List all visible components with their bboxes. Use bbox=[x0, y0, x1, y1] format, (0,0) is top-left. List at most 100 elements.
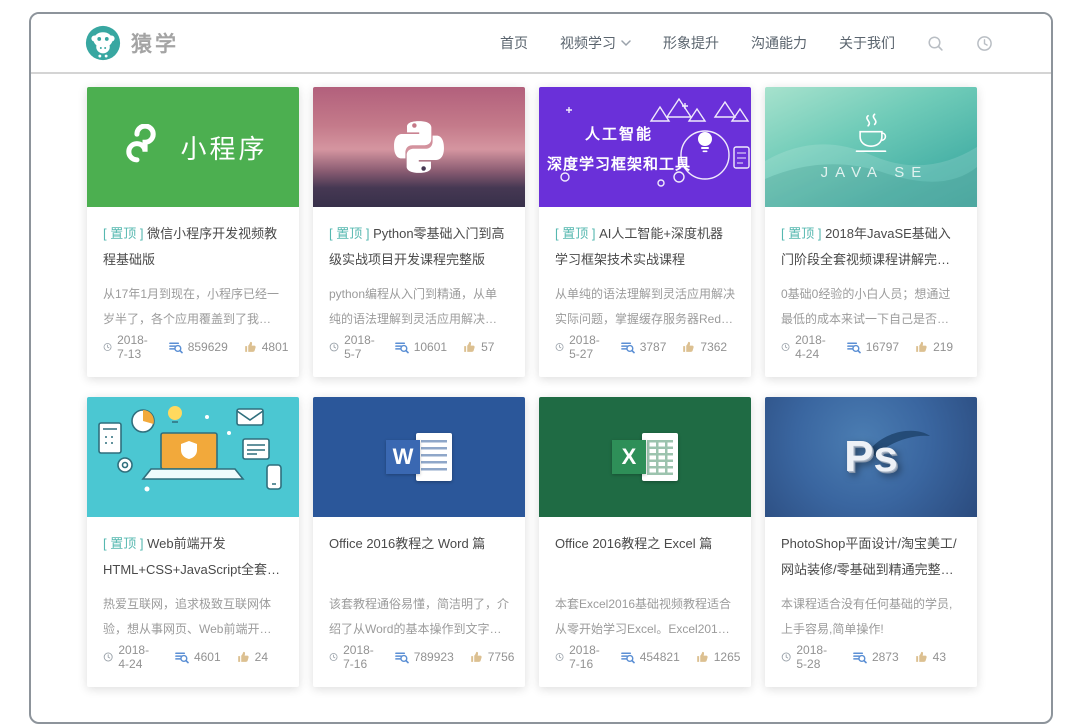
views-stat: 10601 bbox=[394, 340, 447, 355]
course-title[interactable]: [ 置顶 ] AI人工智能+深度机器学习框架技术实战课程 bbox=[555, 221, 735, 273]
clock-icon bbox=[329, 650, 338, 664]
date-stat: 2018-5-28 bbox=[781, 643, 837, 671]
course-stats: 2018-7-16 454821 1265 bbox=[555, 643, 735, 671]
course-thumbnail[interactable]: W bbox=[313, 397, 525, 517]
course-stats: 2018-7-16 789923 7756 bbox=[329, 643, 509, 671]
likes-stat: 57 bbox=[462, 340, 494, 354]
views-icon bbox=[168, 340, 183, 355]
clock-icon bbox=[781, 340, 790, 354]
course-title[interactable]: PhotoShop平面设计/淘宝美工/网站装修/零基础到精通完整版课程 bbox=[781, 531, 961, 583]
course-description: 该套教程通俗易懂，简洁明了，介绍了从Word的基本操作到文字排版、图形操作、 bbox=[329, 592, 509, 642]
python-icon bbox=[388, 116, 450, 178]
course-title[interactable]: [ 置顶 ] Python零基础入门到高级实战项目开发课程完整版 bbox=[329, 221, 509, 273]
likes-icon bbox=[243, 340, 257, 354]
banner-text: JAVA SE bbox=[821, 164, 929, 181]
course-title[interactable]: [ 置顶 ] 微信小程序开发视频教程基础版 bbox=[103, 221, 283, 273]
course-card-ai[interactable]: 人工智能 深度学习框架和工具 [ 置顶 ] AI人工智能+深度机器学习框架技术实… bbox=[539, 87, 751, 377]
course-thumbnail[interactable]: JAVA SE bbox=[765, 87, 977, 207]
views-icon bbox=[852, 650, 867, 665]
likes-icon bbox=[695, 650, 709, 664]
browser-frame: 猿学 首页 视频学习 形象提升 沟通能力 关于我们 bbox=[29, 12, 1053, 724]
course-card-miniprogram[interactable]: 小程序 [ 置顶 ] 微信小程序开发视频教程基础版 从17年1月到现在，小程序已… bbox=[87, 87, 299, 377]
likes-icon bbox=[681, 340, 695, 354]
course-stats: 2018-5-28 2873 43 bbox=[781, 643, 961, 671]
word-logo-icon: W bbox=[386, 431, 452, 483]
course-title[interactable]: [ 置顶 ] 2018年JavaSE基础入门阶段全套视频课程讲解完整版 bbox=[781, 221, 961, 273]
course-thumbnail[interactable] bbox=[313, 87, 525, 207]
course-grid: 小程序 [ 置顶 ] 微信小程序开发视频教程基础版 从17年1月到现在，小程序已… bbox=[31, 74, 1051, 687]
course-thumbnail[interactable]: X bbox=[539, 397, 751, 517]
views-stat: 4601 bbox=[174, 650, 221, 665]
course-title[interactable]: Office 2016教程之 Excel 篇 bbox=[555, 531, 735, 583]
course-title[interactable]: [ 置顶 ] Web前端开发HTML+CSS+JavaScript全套视频精英课… bbox=[103, 531, 283, 583]
views-stat: 3787 bbox=[620, 340, 667, 355]
views-icon bbox=[394, 650, 409, 665]
course-description: 0基础0经验的小白人员；想通过最低的成本来试一下自己是否适合做Java编程相关 bbox=[781, 282, 961, 332]
site-logo[interactable]: 猿学 bbox=[85, 25, 179, 61]
site-header: 猿学 首页 视频学习 形象提升 沟通能力 关于我们 bbox=[31, 14, 1051, 74]
pinned-tag: [ 置顶 ] bbox=[103, 536, 143, 551]
date-stat: 2018-7-13 bbox=[103, 333, 153, 361]
course-description: 本套Excel2016基础视频教程适合从零开始学习Excel。Excel2016… bbox=[555, 592, 735, 642]
date-stat: 2018-5-27 bbox=[555, 333, 605, 361]
likes-icon bbox=[469, 650, 483, 664]
views-stat: 859629 bbox=[168, 340, 228, 355]
monkey-logo-icon bbox=[85, 25, 121, 61]
likes-stat: 43 bbox=[914, 650, 946, 664]
course-description: 从17年1月到现在，小程序已经一岁半了，各个应用覆盖到了我们生活的方方面 bbox=[103, 282, 283, 332]
likes-stat: 24 bbox=[236, 650, 268, 664]
course-thumbnail[interactable]: 人工智能 深度学习框架和工具 bbox=[539, 87, 751, 207]
course-card-javase[interactable]: JAVA SE [ 置顶 ] 2018年JavaSE基础入门阶段全套视频课程讲解… bbox=[765, 87, 977, 377]
course-stats: 2018-4-24 16797 219 bbox=[781, 333, 961, 361]
course-card-web-frontend[interactable]: [ 置顶 ] Web前端开发HTML+CSS+JavaScript全套视频精英课… bbox=[87, 397, 299, 687]
main-nav: 首页 视频学习 形象提升 沟通能力 关于我们 bbox=[500, 33, 993, 53]
course-stats: 2018-4-24 4601 24 bbox=[103, 643, 283, 671]
course-thumbnail[interactable] bbox=[87, 397, 299, 517]
web-illustration-icon bbox=[87, 397, 299, 517]
search-icon[interactable] bbox=[927, 35, 944, 52]
clock-icon bbox=[103, 340, 112, 354]
clock-icon bbox=[555, 340, 564, 354]
date-stat: 2018-7-16 bbox=[555, 643, 605, 671]
pinned-tag: [ 置顶 ] bbox=[103, 226, 143, 241]
course-thumbnail[interactable]: Ps bbox=[765, 397, 977, 517]
views-stat: 454821 bbox=[620, 650, 680, 665]
pinned-tag: [ 置顶 ] bbox=[329, 226, 369, 241]
date-stat: 2018-4-24 bbox=[103, 643, 159, 671]
views-stat: 2873 bbox=[852, 650, 899, 665]
clock-icon bbox=[103, 650, 113, 664]
course-thumbnail[interactable]: 小程序 bbox=[87, 87, 299, 207]
clock-icon bbox=[329, 340, 339, 354]
views-icon bbox=[620, 650, 635, 665]
banner-text: 人工智能 深度学习框架和工具 bbox=[543, 123, 695, 174]
views-icon bbox=[846, 340, 861, 355]
course-description: python编程从入门到精通，从单纯的语法理解到灵活应用解决实际问题! 适合0基… bbox=[329, 282, 509, 332]
date-stat: 2018-4-24 bbox=[781, 333, 831, 361]
course-card-photoshop[interactable]: Ps PhotoShop平面设计/淘宝美工/网站装修/零基础到精通完整版课程 本… bbox=[765, 397, 977, 687]
course-stats: 2018-5-27 3787 7362 bbox=[555, 333, 735, 361]
date-stat: 2018-7-16 bbox=[329, 643, 379, 671]
views-icon bbox=[394, 340, 409, 355]
nav-item-communication[interactable]: 沟通能力 bbox=[751, 33, 807, 53]
course-card-word[interactable]: W Office 2016教程之 Word 篇 该套教程通俗易懂，简洁明了，介绍… bbox=[313, 397, 525, 687]
course-card-excel[interactable]: X Office 2016教程之 Excel 篇 本套Excel2016基础视频… bbox=[539, 397, 751, 687]
course-title[interactable]: Office 2016教程之 Word 篇 bbox=[329, 531, 509, 583]
likes-stat: 7756 bbox=[469, 650, 515, 664]
chevron-down-icon bbox=[621, 40, 631, 47]
likes-icon bbox=[914, 650, 928, 664]
likes-stat: 1265 bbox=[695, 650, 741, 664]
brand-name: 猿学 bbox=[131, 28, 179, 58]
nav-item-home[interactable]: 首页 bbox=[500, 33, 528, 53]
nav-item-about-us[interactable]: 关于我们 bbox=[839, 33, 895, 53]
miniprogram-icon bbox=[118, 124, 164, 170]
pinned-tag: [ 置顶 ] bbox=[555, 226, 595, 241]
views-stat: 16797 bbox=[846, 340, 899, 355]
views-icon bbox=[174, 650, 189, 665]
nav-item-video-learning[interactable]: 视频学习 bbox=[560, 33, 631, 53]
history-icon[interactable] bbox=[976, 35, 993, 52]
course-card-python[interactable]: [ 置顶 ] Python零基础入门到高级实战项目开发课程完整版 python编… bbox=[313, 87, 525, 377]
likes-icon bbox=[914, 340, 928, 354]
nav-item-image-improve[interactable]: 形象提升 bbox=[663, 33, 719, 53]
ps-logo-icon: Ps bbox=[844, 432, 898, 482]
likes-stat: 219 bbox=[914, 340, 953, 354]
